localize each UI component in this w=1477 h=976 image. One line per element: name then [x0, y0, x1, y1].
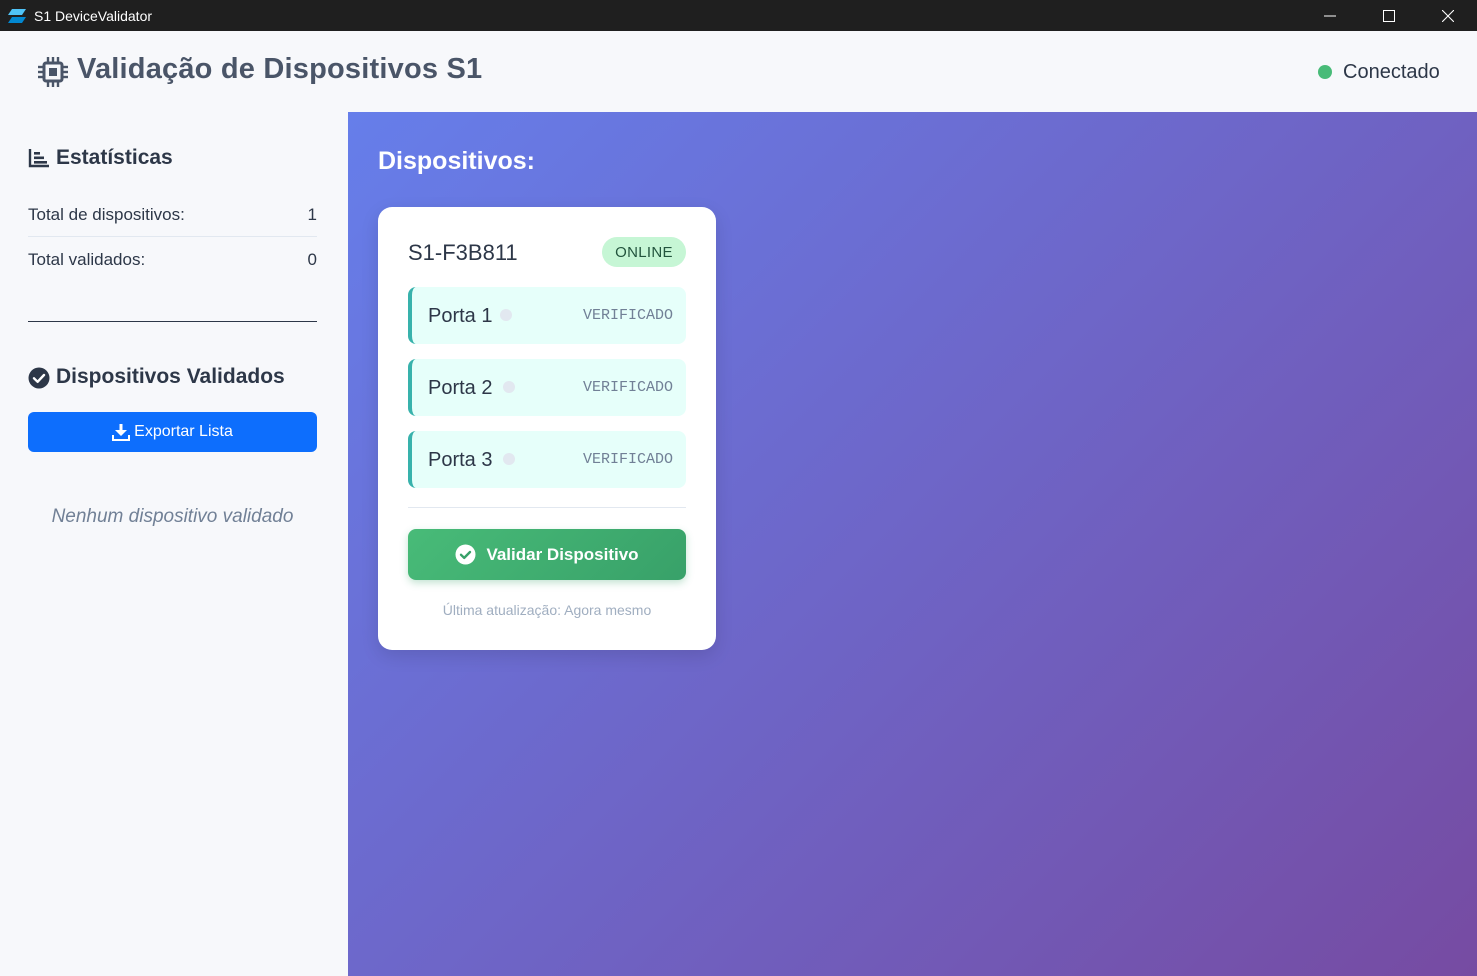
card-divider: [408, 507, 686, 508]
download-icon: [112, 423, 131, 441]
minimize-icon: [1323, 15, 1336, 16]
empty-validated-message: Nenhum dispositivo validado: [51, 506, 294, 527]
stat-label: Total validados:: [28, 250, 146, 269]
port-item-3: Porta 3 VERIFICADO: [408, 431, 686, 488]
device-card: S1-F3B811 ONLINE Porta 1 VERIFICADO Port…: [378, 207, 716, 650]
connection-status-text: Conectado: [1343, 61, 1440, 83]
minimize-button[interactable]: [1300, 0, 1359, 31]
export-list-button[interactable]: Exportar Lista: [28, 412, 317, 452]
port-label: Porta 3: [428, 449, 493, 471]
app-logo-icon: [8, 8, 26, 23]
connection-status-dot: [1318, 65, 1332, 79]
validated-devices-title: Dispositivos Validados: [56, 365, 285, 388]
maximize-icon: [1382, 9, 1395, 22]
window-controls: [1300, 0, 1477, 31]
window-titlebar: S1 DeviceValidator: [0, 0, 1477, 31]
window-title: S1 DeviceValidator: [34, 7, 153, 24]
maximize-button[interactable]: [1359, 0, 1418, 31]
stat-value: 0: [307, 250, 317, 269]
close-button[interactable]: [1418, 0, 1477, 31]
stat-row-total-validated: Total validados: 0: [28, 238, 317, 282]
check-circle-icon: [455, 544, 476, 565]
sidebar: Estatísticas Total de dispositivos: 1 To…: [0, 112, 348, 976]
port-label: Porta 1: [428, 305, 493, 327]
validate-device-label: Validar Dispositivo: [486, 544, 639, 564]
sidebar-divider: [28, 321, 317, 322]
validate-device-button[interactable]: Validar Dispositivo: [408, 529, 686, 580]
port-status-dot: [503, 381, 515, 393]
chip-icon: [38, 57, 68, 87]
port-status-dot: [500, 309, 512, 321]
port-status: VERIFICADO: [582, 379, 673, 396]
port-status-dot: [503, 453, 515, 465]
close-icon: [1441, 9, 1454, 22]
bar-chart-icon: [28, 149, 49, 168]
port-label: Porta 2: [428, 377, 493, 399]
last-update-text: Última atualização: Agora mesmo: [442, 602, 652, 618]
stat-label: Total de dispositivos:: [28, 204, 185, 224]
app-header: Validação de Dispositivos S1 Conectado: [0, 31, 1477, 112]
status-badge: ONLINE: [602, 237, 686, 267]
stat-row-total-devices: Total de dispositivos: 1: [28, 193, 317, 237]
main-content: Dispositivos: S1-F3B811 ONLINE Porta 1 V…: [348, 112, 1477, 976]
port-item-1: Porta 1 VERIFICADO: [408, 287, 686, 344]
stat-value: 1: [307, 204, 317, 224]
port-status: VERIFICADO: [582, 451, 673, 468]
check-circle-icon: [28, 367, 50, 389]
statistics-title: Estatísticas: [56, 146, 173, 169]
page-title: Validação de Dispositivos S1: [77, 53, 483, 85]
export-list-label: Exportar Lista: [134, 423, 233, 440]
port-status: VERIFICADO: [582, 307, 673, 324]
devices-title: Dispositivos:: [378, 147, 535, 175]
port-item-2: Porta 2 VERIFICADO: [408, 359, 686, 416]
device-name: S1-F3B811: [408, 240, 518, 265]
